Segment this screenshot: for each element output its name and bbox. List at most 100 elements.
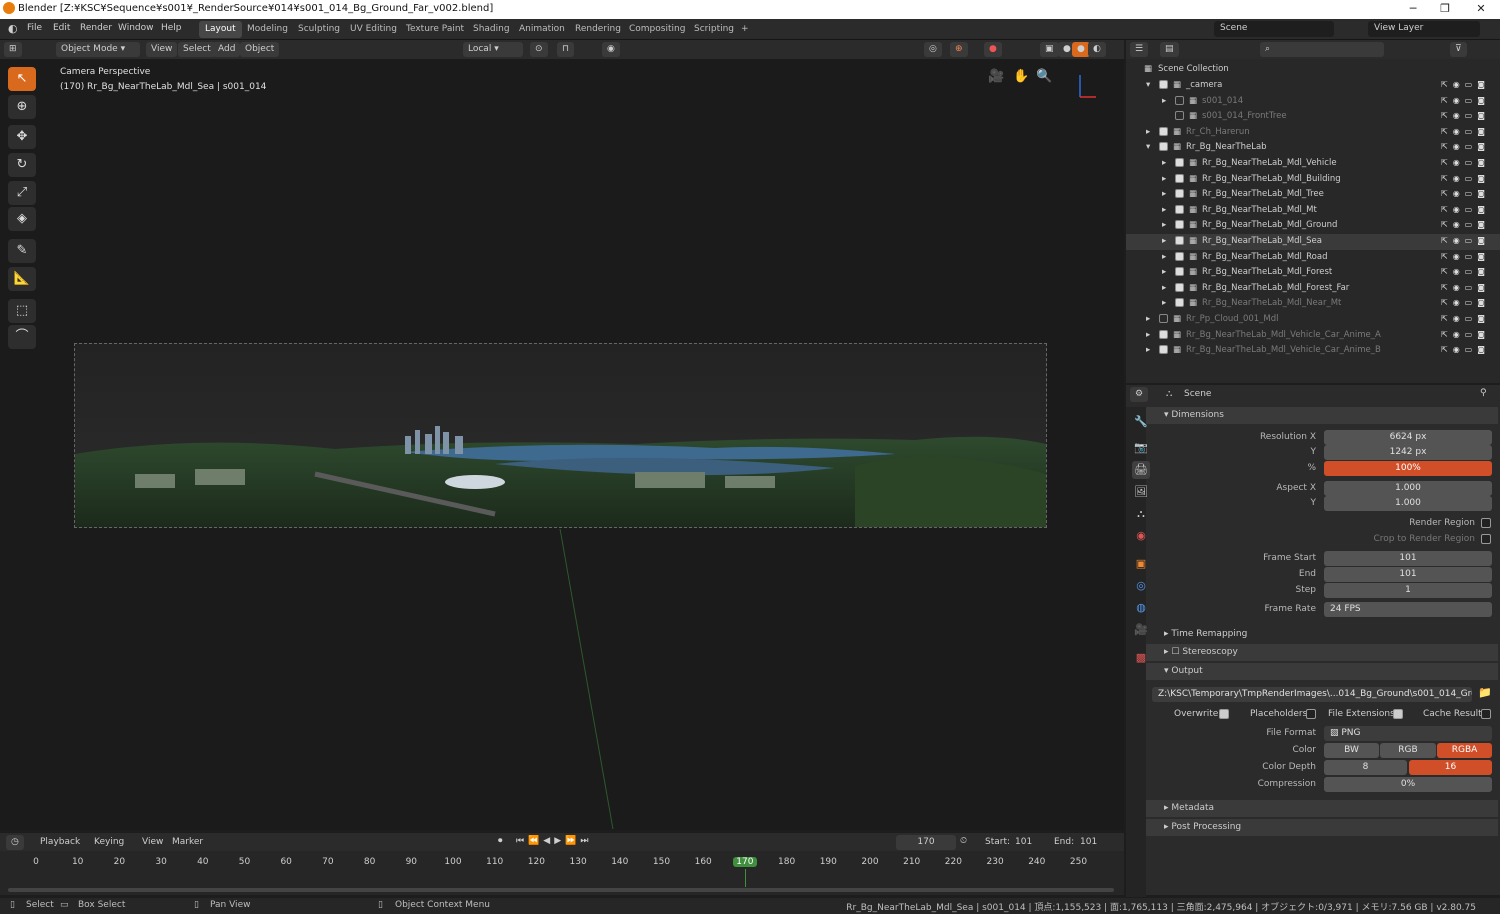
expand-toggle-icon[interactable]: ▸ [1162,236,1166,246]
restriction-toggles-icon[interactable]: ⇱◉▭◙ [1441,345,1490,354]
outliner-row[interactable]: ▸ ▦ Rr_Bg_NearTheLab_Mdl_Near_Mt ⇱◉▭◙ [1126,296,1500,312]
outliner-row[interactable]: ▸ ▦ s001_014 ⇱◉▭◙ [1126,94,1500,110]
visibility-icon[interactable]: ◎ [924,42,942,57]
outliner-row[interactable]: ▾ ▦ _camera ⇱◉▭◙ [1126,78,1500,94]
object-menu[interactable]: Object [240,42,280,57]
frame-step-field[interactable]: 1 [1324,583,1492,598]
move-icon[interactable]: ✥ [8,125,36,149]
menu-file[interactable]: File [27,23,42,33]
timeline-ruler[interactable]: 0 10 20 30 40 50 60 70 80 90 100 110 120 130 140 150 160… [0,833,1124,895]
exclude-checkbox[interactable] [1175,189,1184,199]
frame-start-field[interactable]: 101 [1324,551,1492,566]
restriction-toggles-icon[interactable]: ⇱◉▭◙ [1441,205,1490,214]
view-layer-selector[interactable]: View Layer [1368,21,1480,37]
display-mode-icon[interactable]: ▤ [1160,42,1179,57]
outliner-row[interactable]: ▦ s001_014_FrontTree ⇱◉▭◙ [1126,109,1500,125]
3d-viewport[interactable]: ↖ ⊕ ✥ ↻ ⤢ ◈ ✎ 📐 ⬚ ⌒ Camera Perspective (… [0,59,1124,830]
exclude-checkbox[interactable] [1159,80,1168,89]
rendered-shading-icon[interactable]: ◐ [1088,42,1106,57]
tab-shading[interactable]: Shading [467,21,516,38]
menu-help[interactable]: Help [161,23,182,33]
frame-end-field[interactable]: 101 [1324,567,1492,582]
proportional-edit-icon[interactable]: ◉ [602,42,620,57]
restriction-toggles-icon[interactable]: ⇱◉▭◙ [1441,127,1490,136]
render-region-checkbox[interactable] [1481,518,1491,528]
pivot-icon[interactable]: ⊙ [530,42,548,57]
metadata-panel-header[interactable]: ▸ Metadata [1146,800,1498,817]
restriction-toggles-icon[interactable]: ⇱◉▭◙ [1441,80,1490,89]
gizmo-icon[interactable]: ⊕ [950,42,968,57]
extra-tool-icon[interactable]: ⌒ [8,325,36,349]
pin-icon[interactable]: ⚲ [1480,388,1487,398]
file-format-dropdown[interactable]: ▧ PNG [1324,726,1492,741]
outliner-row[interactable]: ▸ ▦ Rr_Bg_NearTheLab_Mdl_Vehicle ⇱◉▭◙ [1126,156,1500,172]
expand-toggle-icon[interactable]: ▸ [1162,96,1166,106]
restriction-toggles-icon[interactable]: ⇱◉▭◙ [1441,142,1490,151]
expand-toggle-icon[interactable]: ▸ [1162,220,1166,230]
outliner-row[interactable]: ▸ ▦ Rr_Bg_NearTheLab_Mdl_Ground ⇱◉▭◙ [1126,218,1500,234]
menu-render[interactable]: Render [80,23,112,33]
menu-window[interactable]: Window [118,23,154,33]
expand-toggle-icon[interactable]: ▸ [1162,189,1166,199]
exclude-checkbox[interactable] [1175,251,1184,261]
expand-toggle-icon[interactable]: ▸ [1162,174,1166,184]
stereoscopy-panel-header[interactable]: ▸ ☐ Stereoscopy [1146,644,1498,661]
resolution-y-field[interactable]: 1242 px [1324,445,1492,460]
resolution-percent-slider[interactable]: 100% [1324,461,1492,476]
cache-result-checkbox[interactable] [1481,709,1491,719]
placeholders-checkbox[interactable] [1306,709,1316,719]
tab-modeling[interactable]: Modeling [241,21,294,38]
select-menu[interactable]: Select [178,42,216,57]
tab-texture-paint[interactable]: Texture Paint [400,21,470,38]
exclude-checkbox[interactable] [1175,298,1184,308]
exclude-checkbox[interactable] [1159,126,1168,136]
outliner-row[interactable]: ▸ ▦ Rr_Bg_NearTheLab_Mdl_Forest_Far ⇱◉▭◙ [1126,281,1500,297]
dimensions-panel-header[interactable]: ▾ Dimensions [1146,407,1498,424]
outliner-row[interactable]: ▸ ▦ Rr_Bg_NearTheLab_Mdl_Tree ⇱◉▭◙ [1126,187,1500,203]
frame-rate-dropdown[interactable]: 24 FPS [1324,602,1492,617]
restriction-toggles-icon[interactable]: ⇱◉▭◙ [1441,96,1490,105]
scale-icon[interactable]: ⤢ [8,181,36,205]
outliner-row[interactable]: ▸ ▦ Rr_Ch_Harerun ⇱◉▭◙ [1126,125,1500,141]
exclude-checkbox[interactable] [1175,220,1184,230]
expand-toggle-icon[interactable]: ▾ [1146,142,1150,152]
depth-8-button[interactable]: 8 [1324,760,1407,775]
tab-animation[interactable]: Animation [513,21,571,38]
expand-toggle-icon[interactable]: ▸ [1162,158,1166,168]
filter-icon[interactable]: ⊽ [1450,42,1467,57]
outliner-row[interactable]: ▸ ▦ Rr_Bg_NearTheLab_Mdl_Vehicle_Car_Anime… [1126,343,1500,359]
outliner-row[interactable]: ▾ ▦ Rr_Bg_NearTheLab ⇱◉▭◙ [1126,140,1500,156]
expand-toggle-icon[interactable]: ▸ [1146,330,1150,340]
restriction-toggles-icon[interactable]: ⇱◉▭◙ [1441,189,1490,198]
restriction-toggles-icon[interactable]: ⇱◉▭◙ [1441,111,1490,120]
zoom-icon[interactable]: 🔍 [1036,69,1052,84]
editor-type-icon[interactable]: ⊞ [4,42,22,57]
world-tab-icon[interactable]: ◉ [1132,527,1150,545]
color-rgb-button[interactable]: RGB [1380,743,1436,758]
exclude-checkbox[interactable] [1159,345,1168,355]
add-menu[interactable]: Add [213,42,241,57]
outliner-row[interactable]: ▸ ▦ Rr_Bg_NearTheLab_Mdl_Sea ⇱◉▭◙ [1126,234,1500,250]
transform-icon[interactable]: ◈ [8,207,36,231]
restriction-toggles-icon[interactable]: ⇱◉▭◙ [1441,174,1490,183]
data-tab-icon[interactable]: 🎥 [1132,621,1150,639]
snap-icon[interactable]: ⊓ [557,42,575,57]
restriction-toggles-icon[interactable]: ⇱◉▭◙ [1441,236,1490,245]
maximize-button[interactable]: ❐ [1430,0,1460,19]
outliner-row[interactable]: ▸ ▦ Rr_Bg_NearTheLab_Mdl_Forest ⇱◉▭◙ [1126,265,1500,281]
exclude-checkbox[interactable] [1159,142,1168,152]
overwrite-checkbox[interactable] [1219,709,1229,719]
tab-sculpting[interactable]: Sculpting [292,21,346,38]
file-extensions-checkbox[interactable] [1393,709,1403,719]
select-box-icon[interactable]: ↖ [8,67,36,91]
add-workspace-button[interactable]: + [735,21,755,38]
overlay-icon[interactable]: ● [984,42,1002,57]
menu-edit[interactable]: Edit [53,23,70,33]
xray-icon[interactable]: ▣ [1040,42,1059,57]
restriction-toggles-icon[interactable]: ⇱◉▭◙ [1441,220,1490,229]
expand-toggle-icon[interactable]: ▸ [1146,127,1150,137]
playhead-line[interactable] [744,869,746,887]
aspect-y-field[interactable]: 1.000 [1324,496,1492,511]
add-cube-icon[interactable]: ⬚ [8,299,36,323]
properties-editor-icon[interactable]: ⚙ [1130,387,1149,402]
